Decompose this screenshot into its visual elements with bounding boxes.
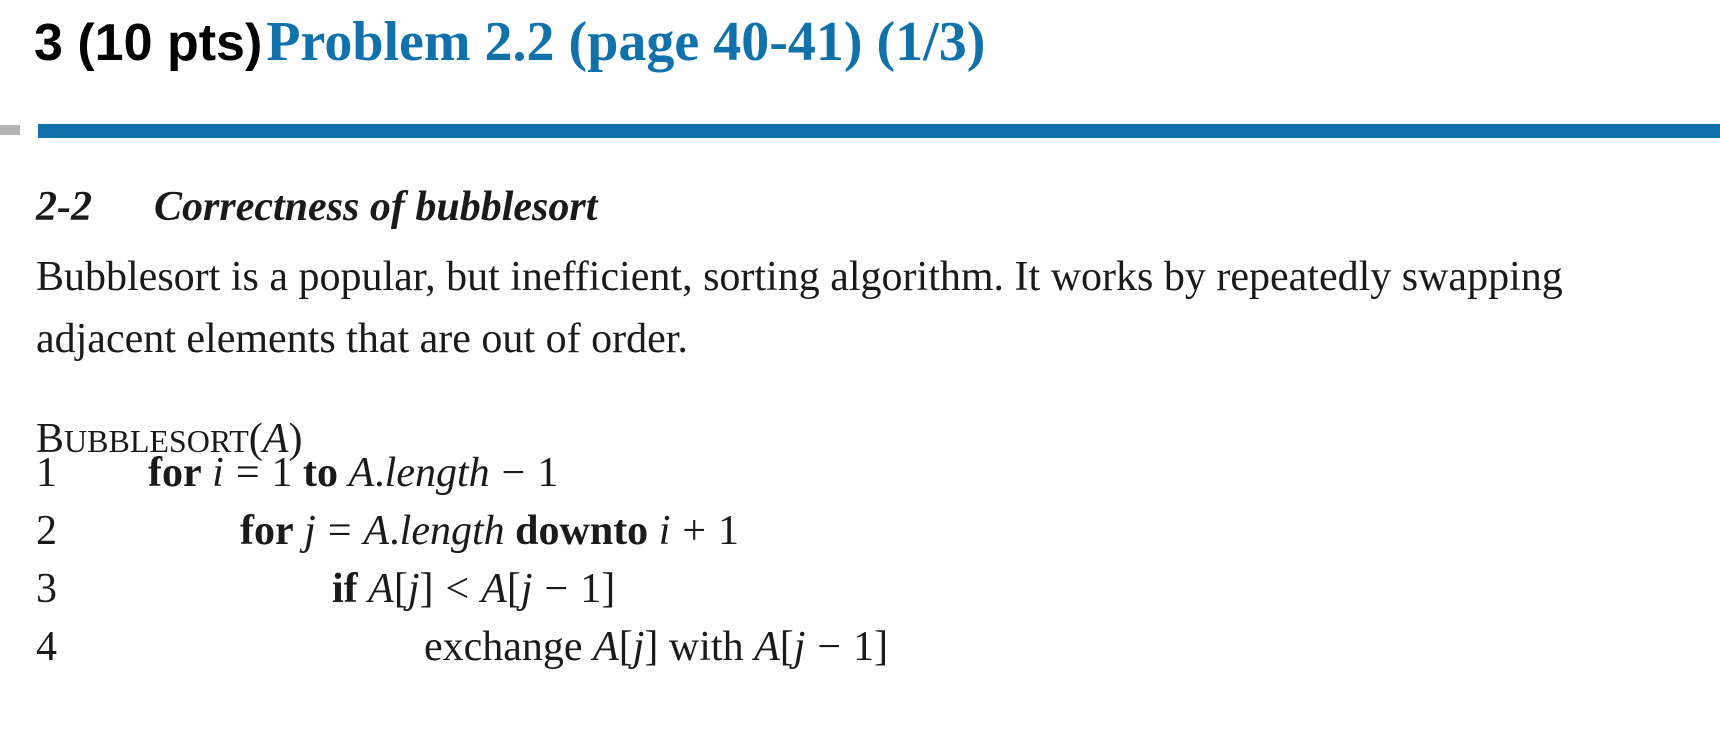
problem-title: Correctness of bubblesort [154,184,598,230]
pseudocode-line-2: 2 for j = A.length downto i +1 [36,508,739,554]
bracket-close: ] [601,566,616,612]
length-attribute: length [399,508,505,554]
length-attribute: length [384,450,490,496]
constant-one: 1 [853,624,875,670]
index-variable: j [520,566,533,612]
pseudocode-line-1: 1 for i = 1 to A.length −1 [36,450,558,496]
dot: . [374,450,385,496]
slide-title: 3 (10 pts) Problem 2.2 (page 40-41) (1/3… [34,14,985,70]
keyword-for: for [148,450,202,496]
array-name: A [754,624,780,670]
divider-stub [0,125,20,135]
index-variable: j [793,624,806,670]
bracket-open: [ [506,566,521,612]
pseudocode-line-3: 3 if A[j] < A[j −1] [36,566,615,612]
array-name: A [368,566,394,612]
index-variable: j [407,566,420,612]
line-number: 1 [36,450,57,496]
title-problem-reference: Problem 2.2 (page 40-41) (1/3) [266,11,986,73]
bracket-open: [ [393,566,408,612]
problem-number: 2-2 [36,184,92,230]
constant-one: 1 [580,566,602,612]
equals-operator: = [327,508,352,554]
exchange-verb: exchange [424,624,583,670]
line-number: 3 [36,566,57,612]
keyword-to: to [303,450,338,496]
bracket-close: ] [874,624,889,670]
bracket-open: [ [779,624,794,670]
equals-operator: = [235,450,260,496]
problem-description: Bubblesort is a popular, but inefficient… [36,254,1563,362]
title-divider-bar [38,124,1720,138]
plus-operator: + [682,508,707,554]
keyword-if: if [332,566,358,612]
loop-variable: i [212,450,224,496]
title-points: 3 (10 pts) [34,14,263,72]
array-name: A [348,450,375,496]
line-number: 2 [36,508,57,554]
keyword-for: for [240,508,294,554]
array-name: A [481,566,507,612]
index-variable: j [632,624,645,670]
keyword-downto: downto [515,508,649,554]
end-variable: i [658,508,671,554]
pseudocode-line-4: 4 exchange A[j] with A[j −1] [36,624,888,670]
line-number: 4 [36,624,57,670]
array-name: A [363,508,390,554]
with-word: with [668,624,744,670]
loop-start: 1 [271,450,293,496]
problem-heading: 2-2 Correctness of bubblesort [36,184,597,230]
minus-operator: − [544,566,569,612]
bracket-close: ] [419,566,434,612]
constant-one: 1 [718,508,740,554]
minus-operator: − [501,450,526,496]
dot: . [389,508,400,554]
less-than-operator: < [445,566,470,612]
bracket-close: ] [644,624,659,670]
loop-variable: j [304,508,316,554]
constant-one: 1 [537,450,559,496]
minus-operator: − [817,624,842,670]
bracket-open: [ [618,624,633,670]
array-name: A [593,624,619,670]
